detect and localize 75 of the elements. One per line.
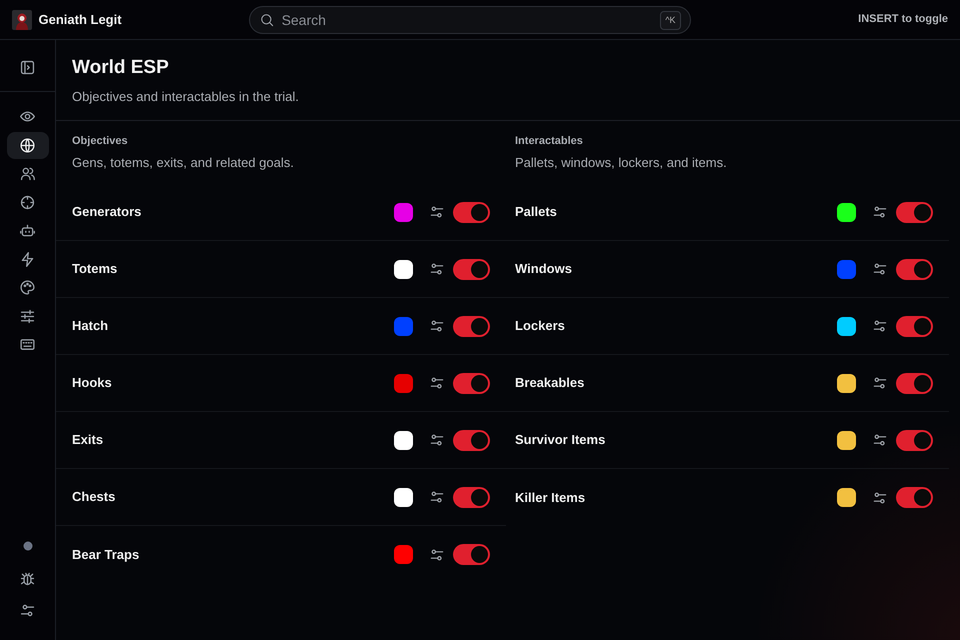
setting-label: Breakables [515,374,586,392]
palette-icon [19,279,36,296]
color-swatch[interactable] [394,260,413,278]
setting-label: Chests [72,488,116,506]
color-swatch[interactable] [394,488,413,506]
setting-label: Bear Traps [72,546,140,564]
settings-icon[interactable] [429,489,445,505]
section-title: Interactables [515,134,584,149]
toggle-switch[interactable] [453,486,490,508]
toggle-switch[interactable] [453,372,490,394]
shortcut-key: ^K [660,10,681,30]
toggle-switch[interactable] [896,316,933,336]
lightning-icon [19,250,36,268]
bug-icon [19,570,36,586]
settings-icon[interactable] [872,261,888,277]
toggle-switch[interactable] [453,258,490,280]
settings-icon [19,602,36,619]
sidebar-button[interactable] [6,132,48,158]
color-swatch[interactable] [837,374,856,392]
setting-label: Totems [72,260,118,278]
color-swatch[interactable] [394,316,413,336]
toggle-switch[interactable] [896,372,933,394]
settings-icon[interactable] [429,261,445,277]
setting-label: Pallets [515,203,558,222]
color-swatch[interactable] [837,488,856,507]
toggle-switch[interactable] [453,430,490,450]
toggle-hint: INSERT to toggle [858,12,948,28]
color-swatch[interactable] [394,202,413,222]
setting-label: Exits [72,431,104,450]
settings-icon[interactable] [872,375,888,391]
users-icon [19,165,36,182]
app-name: Geniath Legit [38,10,122,29]
keyboard-icon [19,336,36,353]
page-title: World ESP [72,56,170,80]
color-swatch[interactable] [837,202,856,222]
toggle-switch[interactable] [896,430,933,450]
toggle-switch[interactable] [896,487,933,508]
robot-icon [19,222,36,239]
toggle-switch[interactable] [453,316,490,336]
setting-label: Killer Items [515,488,586,507]
setting-label: Windows [515,260,573,278]
setting-label: Hooks [72,374,113,392]
setting-label: Hatch [72,317,110,336]
settings-icon[interactable] [872,318,888,334]
page-subtitle: Objectives and interactables in the trial. [72,88,300,106]
section-description: Pallets, windows, lockers, and items. [515,154,728,172]
color-swatch[interactable] [837,430,856,450]
settings-icon[interactable] [429,375,445,391]
color-swatch[interactable] [394,545,413,564]
setting-label: Generators [72,203,142,222]
settings-icon[interactable] [429,318,445,334]
color-swatch[interactable] [837,316,856,336]
toggle-switch[interactable] [896,258,933,280]
setting-label: Lockers [515,317,566,336]
toggle-switch[interactable] [896,202,933,222]
toggle-switch[interactable] [453,202,490,222]
crosshair-icon [19,194,36,210]
settings-icon[interactable] [872,204,888,220]
color-swatch[interactable] [394,430,413,450]
logo-icon [12,10,32,30]
section-title: Objectives [72,134,129,149]
settings-icon[interactable] [429,204,445,220]
settings-icon[interactable] [872,432,888,448]
setting-label: Survivor Items [515,431,606,450]
section-description: Gens, totems, exits, and related goals. [72,154,295,172]
settings-icon[interactable] [429,432,445,448]
settings-icon[interactable] [429,546,445,562]
sliders-icon [19,308,36,324]
globe-icon [19,136,36,154]
status-dot-icon [22,540,32,550]
color-swatch[interactable] [394,374,413,392]
color-swatch[interactable] [837,260,856,278]
settings-icon[interactable] [872,490,888,506]
toggle-switch[interactable] [453,544,490,565]
panel-icon [19,59,36,76]
